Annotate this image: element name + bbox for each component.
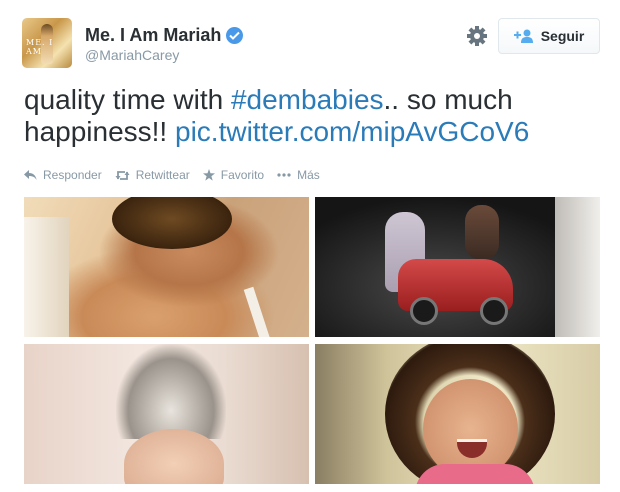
favorite-label: Favorito [220,168,265,182]
retweet-icon [115,170,130,180]
more-label: Más [297,168,320,182]
photo-1-strap [243,286,271,337]
avatar-logo-text: ME. I AM [26,38,54,56]
add-user-icon [513,29,534,43]
photo-3-shampoo-hair [116,344,226,439]
photo-2-wheel [410,297,438,325]
gear-icon[interactable] [466,25,488,47]
retweet-button[interactable]: Retwittear [115,168,190,182]
reply-label: Responder [43,168,102,182]
photo-grid [24,197,600,484]
photo-3[interactable] [24,344,309,484]
photo-2[interactable] [315,197,600,337]
follow-button[interactable]: Seguir [498,18,600,54]
user-name-row: Me. I Am Mariah [85,25,244,46]
tweet-actions: Responder Retwittear Favorito Más [24,168,333,182]
user-handle[interactable]: @MariahCarey [85,47,179,63]
more-dots-icon [277,173,291,177]
avatar[interactable]: ME. I AM [22,18,72,68]
photo-4[interactable] [315,344,600,484]
media-link[interactable]: pic.twitter.com/mipAvGCoV6 [175,116,529,147]
display-name[interactable]: Me. I Am Mariah [85,25,221,46]
follow-button-label: Seguir [540,28,585,44]
photo-1-hair [112,197,232,249]
photo-4-shirt [415,464,535,484]
verified-badge-icon [226,27,244,44]
photo-1[interactable] [24,197,309,337]
photo-2-child-2 [465,205,499,260]
reply-button[interactable]: Responder [24,168,102,182]
photo-2-curtain [555,197,600,337]
tweet-text-start: quality time with [24,84,231,115]
photo-1-frame [24,217,69,337]
more-button[interactable]: Más [277,168,320,182]
tweet-text: quality time with #dembabies.. so much h… [24,84,604,148]
reply-icon [24,169,37,180]
retweet-label: Retwittear [135,168,190,182]
hashtag-link[interactable]: #dembabies [231,84,384,115]
photo-2-wheel [480,297,508,325]
favorite-button[interactable]: Favorito [202,168,265,182]
star-icon [202,169,215,181]
